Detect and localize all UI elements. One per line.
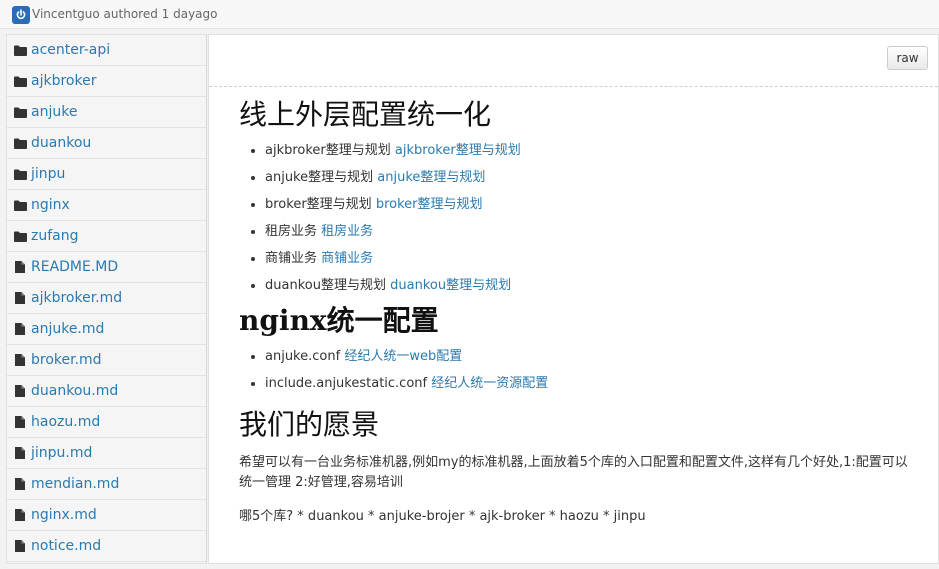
sidebar-item-label: nginx.md <box>31 507 97 523</box>
file-icon <box>13 539 27 553</box>
raw-button[interactable]: raw <box>887 46 928 70</box>
sidebar-item-duankou-md[interactable]: duankou.md <box>7 376 206 407</box>
vision-paragraph: 希望可以有一台业务标准机器,例如my的标准机器,上面放着5个库的入口配置和配置文… <box>239 455 908 490</box>
folder-icon <box>13 43 27 57</box>
sidebar-item-label: anjuke <box>31 104 78 120</box>
file-header: raw <box>209 35 938 87</box>
sidebar-item-label: duankou <box>31 135 92 151</box>
list-item-link[interactable]: 经纪人统一资源配置 <box>431 376 548 391</box>
author-bar: Vincentguo authored 1 dayago <box>0 0 939 29</box>
list-item-text: 租房业务 <box>265 224 318 239</box>
sidebar-item-nginx-md[interactable]: nginx.md <box>7 500 206 531</box>
file-icon <box>13 477 27 491</box>
folder-icon <box>13 136 27 150</box>
sidebar-item-label: zufang <box>31 228 79 244</box>
list-item-link[interactable]: duankou整理与规划 <box>390 278 511 293</box>
list-item-text: duankou整理与规划 <box>265 278 386 293</box>
list-item: duankou整理与规划 duankou整理与规划 <box>265 272 920 299</box>
folder-icon <box>13 229 27 243</box>
sidebar-item-ajkbroker-md[interactable]: ajkbroker.md <box>7 283 206 314</box>
list-item: 商铺业务 商铺业务 <box>265 245 920 272</box>
sidebar-item-label: broker.md <box>31 352 102 368</box>
sidebar-item-label: ajkbroker <box>31 73 97 89</box>
heading-unified-config: 线上外层配置统一化 <box>239 98 492 131</box>
file-icon <box>13 446 27 460</box>
sidebar-item-readme-md[interactable]: README.MD <box>7 252 206 283</box>
sidebar-item-anjuke-md[interactable]: anjuke.md <box>7 314 206 345</box>
sidebar-item-label: duankou.md <box>31 383 119 399</box>
list-item-link[interactable]: broker整理与规划 <box>376 197 483 212</box>
sidebar-item-zufang[interactable]: zufang <box>7 221 206 252</box>
list-item-link[interactable]: 商铺业务 <box>321 251 373 266</box>
file-tree-sidebar: acenter-api ajkbroker anjuke duankou jinpu ng… <box>6 34 207 564</box>
list-item-link[interactable]: 租房业务 <box>321 224 373 239</box>
list-item: ajkbroker整理与规划 ajkbroker整理与规划 <box>265 137 920 164</box>
file-icon <box>13 322 27 336</box>
list-item: broker整理与规划 broker整理与规划 <box>265 191 920 218</box>
list-item-text: anjuke.conf <box>265 349 341 364</box>
file-icon <box>13 508 27 522</box>
markdown-content: 线上外层配置统一化 ajkbroker整理与规划 ajkbroker整理与规划a… <box>209 97 938 527</box>
list-item: include.anjukestatic.conf 经纪人统一资源配置 <box>265 370 920 397</box>
sidebar-item-jinpu-md[interactable]: jinpu.md <box>7 438 206 469</box>
power-logo-icon[interactable] <box>12 6 30 24</box>
sidebar-item-label: ajkbroker.md <box>31 290 123 306</box>
sidebar-item-label: jinpu.md <box>31 445 93 461</box>
sidebar-item-nginx[interactable]: nginx <box>7 190 206 221</box>
file-icon <box>13 384 27 398</box>
sidebar-item-label: README.MD <box>31 259 119 275</box>
file-icon <box>13 260 27 274</box>
author-line: Vincentguo authored 1 dayago <box>32 7 218 21</box>
file-icon <box>13 353 27 367</box>
sidebar-item-broker-md[interactable]: broker.md <box>7 345 206 376</box>
list-item-link[interactable]: 经纪人统一web配置 <box>344 349 462 364</box>
file-content-panel: raw 线上外层配置统一化 ajkbroker整理与规划 ajkbroker整理… <box>208 34 939 564</box>
folder-icon <box>13 167 27 181</box>
list-item: anjuke整理与规划 anjuke整理与规划 <box>265 164 920 191</box>
list-item: 租房业务 租房业务 <box>265 218 920 245</box>
file-icon <box>13 291 27 305</box>
list-item-text: anjuke整理与规划 <box>265 170 374 185</box>
folder-icon <box>13 105 27 119</box>
folder-icon <box>13 198 27 212</box>
sidebar-item-label: jinpu <box>31 166 66 182</box>
sidebar-item-mendian-md[interactable]: mendian.md <box>7 469 206 500</box>
sidebar-item-duankou[interactable]: duankou <box>7 128 206 159</box>
file-icon <box>13 415 27 429</box>
sidebar-item-label: mendian.md <box>31 476 120 492</box>
list-item-text: broker整理与规划 <box>265 197 372 212</box>
sidebar-item-label: acenter-api <box>31 42 111 58</box>
sidebar-item-haozu-md[interactable]: haozu.md <box>7 407 206 438</box>
list-item-text: include.anjukestatic.conf <box>265 376 428 391</box>
list-item: anjuke.conf 经纪人统一web配置 <box>265 343 920 370</box>
sidebar-item-jinpu[interactable]: jinpu <box>7 159 206 190</box>
sidebar-item-anjuke[interactable]: anjuke <box>7 97 206 128</box>
repo-question: 哪5个库? * duankou * anjuke-brojer * ajk-br… <box>239 509 646 524</box>
list-item-link[interactable]: ajkbroker整理与规划 <box>395 143 521 158</box>
heading-vision: 我们的愿景 <box>239 408 380 441</box>
sidebar-item-notice-md[interactable]: notice.md <box>7 531 206 562</box>
nginx-list: anjuke.conf 经纪人统一web配置include.anjukestat… <box>239 343 920 397</box>
sidebar-item-label: notice.md <box>31 538 102 554</box>
list-item-text: 商铺业务 <box>265 251 318 266</box>
list-item-link[interactable]: anjuke整理与规划 <box>377 170 485 185</box>
sidebar-item-acenter-api[interactable]: acenter-api <box>7 35 206 66</box>
folder-icon <box>13 74 27 88</box>
list-item-text: ajkbroker整理与规划 <box>265 143 391 158</box>
sidebar-item-ajkbroker[interactable]: ajkbroker <box>7 66 206 97</box>
planning-list: ajkbroker整理与规划 ajkbroker整理与规划anjuke整理与规划… <box>239 137 920 299</box>
sidebar-item-label: nginx <box>31 197 70 213</box>
heading-nginx-config: nginx统一配置 <box>239 304 439 337</box>
sidebar-item-label: haozu.md <box>31 414 101 430</box>
sidebar-item-label: anjuke.md <box>31 321 105 337</box>
